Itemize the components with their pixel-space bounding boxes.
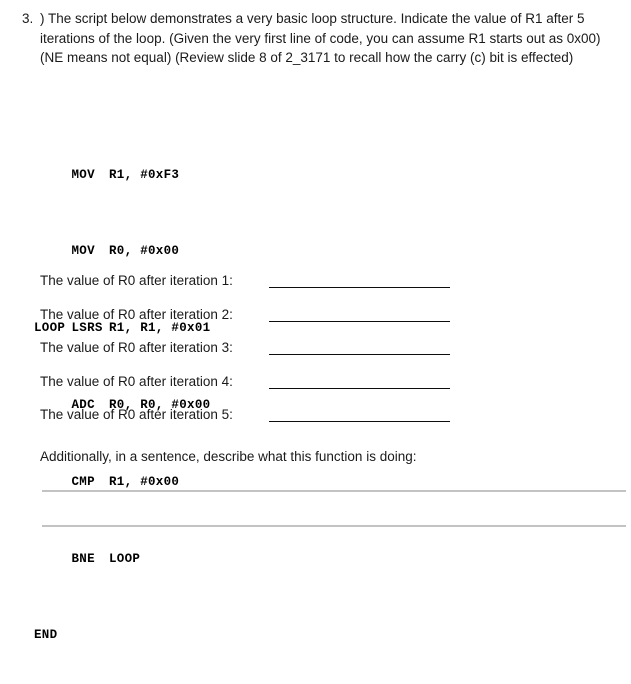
answer-row: The value of R0 after iteration 4:	[40, 372, 600, 406]
answer-row: The value of R0 after iteration 2:	[40, 305, 600, 339]
code-label	[34, 166, 72, 185]
code-label	[34, 242, 72, 261]
code-line: MOV R0, #0x00	[34, 242, 210, 261]
code-label	[34, 550, 72, 569]
question-number: 3.	[22, 11, 34, 26]
writing-rule-2[interactable]	[42, 525, 626, 527]
answer-row: The value of R0 after iteration 3:	[40, 338, 600, 372]
answers-block: The value of R0 after iteration 1: The v…	[40, 271, 600, 439]
answer-label: The value of R0 after iteration 5:	[40, 407, 233, 422]
code-line: BNE LOOP	[34, 550, 210, 569]
code-operands: R0, #0x00	[109, 244, 180, 259]
answer-label: The value of R0 after iteration 4:	[40, 373, 233, 389]
code-label: END	[34, 628, 58, 643]
answer-label: The value of R0 after iteration 2:	[40, 306, 233, 322]
code-mnemonic: BNE	[71, 551, 95, 566]
closing-prompt-text: Additionally, in a sentence, describe wh…	[40, 449, 417, 464]
writing-rule-1[interactable]	[42, 490, 626, 492]
question-row: 3. ) The script below demonstrates a ver…	[0, 9, 631, 68]
answer-row: The value of R0 after iteration 1:	[40, 271, 600, 305]
question-text: ) The script below demonstrates a very b…	[40, 11, 601, 65]
worksheet-page: { "question": { "number": "3.", "text": …	[0, 0, 631, 642]
code-line: END	[34, 626, 210, 645]
answer-label: The value of R0 after iteration 3:	[40, 340, 233, 355]
code-mnemonic: MOV	[71, 167, 95, 182]
code-operands: R1, #0xF3	[109, 167, 180, 182]
answer-label: The value of R0 after iteration 1:	[40, 273, 233, 288]
code-line: MOV R1, #0xF3	[34, 166, 210, 185]
code-mnemonic: MOV	[71, 244, 95, 259]
code-operands: LOOP	[109, 551, 141, 566]
question-block: 3. ) The script below demonstrates a ver…	[0, 9, 631, 68]
code-operands	[109, 626, 210, 645]
code-mnemonic	[72, 626, 110, 645]
answer-row: The value of R0 after iteration 5:	[40, 405, 600, 439]
